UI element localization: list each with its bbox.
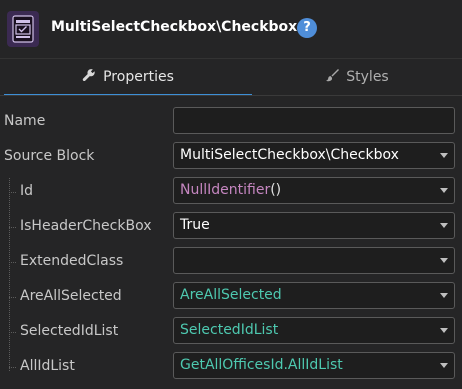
chevron-down-icon [440,258,448,263]
are-all-selected-dropdown[interactable]: AreAllSelected [173,282,455,309]
property-row-are-all-selected: AreAllSelected AreAllSelected [0,279,462,314]
id-dropdown[interactable]: NullIdentifier() [173,177,455,204]
block-title: MultiSelectCheckbox\Checkbox [51,19,298,35]
all-id-list-value: GetAllOfficesId.AllIdList [180,353,343,378]
tab-styles[interactable]: Styles [252,59,462,95]
chevron-down-icon [440,328,448,333]
tab-styles-label: Styles [346,69,389,85]
brush-icon [325,68,340,86]
chevron-down-icon [440,293,448,298]
property-row-name: Name [0,104,462,139]
chevron-down-icon [440,363,448,368]
chevron-down-icon [440,223,448,228]
property-label-source-block: Source Block [4,148,95,164]
selected-id-list-value: SelectedIdList [180,322,279,338]
tab-bar: Properties Styles [0,58,462,97]
id-function-name: NullIdentifier [180,182,271,198]
property-label-extended-class: ExtendedClass [20,253,124,269]
property-row-is-header-checkbox: IsHeaderCheckBox True [0,209,462,244]
property-label-selected-id-list: SelectedIdList [20,323,119,339]
extended-class-dropdown[interactable] [173,247,455,274]
all-id-list-dropdown[interactable]: GetAllOfficesId.AllIdList [173,352,455,379]
property-label-name: Name [4,113,46,129]
property-label-id: Id [20,183,34,199]
are-all-selected-value: AreAllSelected [180,287,282,303]
tab-properties-label: Properties [103,69,174,85]
property-row-id: Id NullIdentifier() [0,174,462,209]
property-row-selected-id-list: SelectedIdList SelectedIdList [0,314,462,349]
name-input[interactable] [173,107,455,134]
property-row-extended-class: ExtendedClass [0,244,462,279]
tab-divider [0,95,462,96]
properties-header: MultiSelectCheckbox\Checkbox ? [0,0,462,58]
all-id-list-prefix: GetAllOfficesId [180,357,284,373]
wrench-icon [82,68,96,86]
property-label-are-all-selected: AreAllSelected [20,288,122,304]
selected-id-list-dropdown[interactable]: SelectedIdList [173,317,455,344]
chevron-down-icon [440,188,448,193]
id-value: NullIdentifier() [180,178,281,203]
is-header-checkbox-value: True [180,217,210,233]
id-function-parens: () [270,182,282,198]
tab-properties[interactable]: Properties [4,59,252,95]
property-row-source-block: Source Block MultiSelectCheckbox\Checkbo… [0,139,462,174]
property-label-is-header-checkbox: IsHeaderCheckBox [20,218,152,234]
property-row-all-id-list: AllIdList GetAllOfficesId.AllIdList [0,349,462,384]
is-header-checkbox-dropdown[interactable]: True [173,212,455,239]
help-icon[interactable]: ? [297,18,317,38]
chevron-down-icon [440,153,448,158]
source-block-value: MultiSelectCheckbox\Checkbox [180,147,399,163]
all-id-list-suffix: .AllIdList [283,357,343,373]
source-block-dropdown[interactable]: MultiSelectCheckbox\Checkbox [173,142,455,169]
block-icon [7,11,39,47]
property-label-all-id-list: AllIdList [20,358,75,374]
